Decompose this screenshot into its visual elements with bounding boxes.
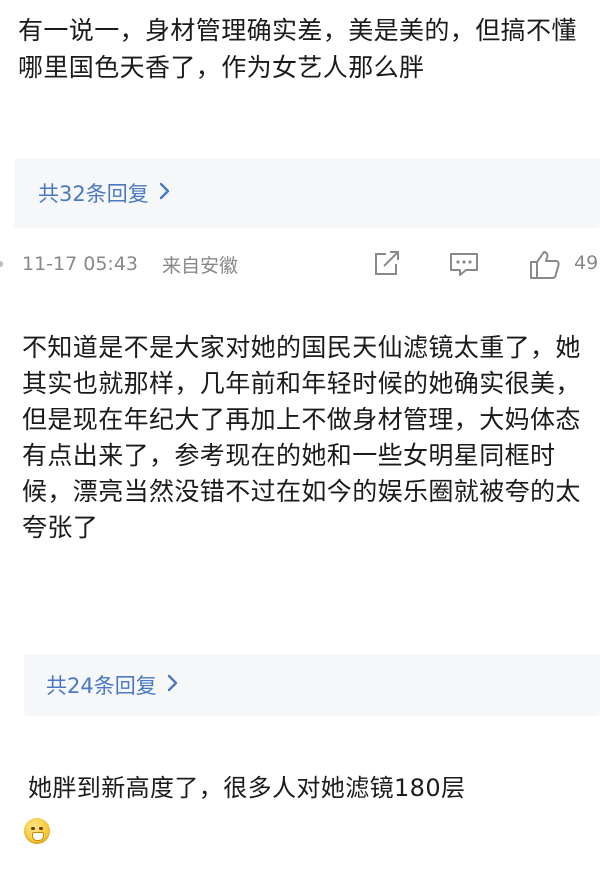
share-icon[interactable] [372, 250, 402, 283]
chevron-right-icon [167, 673, 179, 697]
comment-2-text: 不知道是不是大家对她的国民天仙滤镜太重了，她其实也就那样，几年前和年轻时候的她确… [22, 333, 581, 542]
reply-count-label: 共24条回复 [46, 674, 157, 698]
comment-1-text: 有一说一，身材管理确实差，美是美的，但搞不懂哪里国色天香了，作为女艺人那么胖 [18, 16, 577, 82]
thumbs-up-icon[interactable] [528, 250, 562, 285]
comment-3-text: 她胖到新高度了，很多人对她滤镜180层 [28, 774, 466, 802]
comment-icon[interactable] [448, 250, 480, 283]
reply-count-label: 共32条回复 [38, 182, 149, 206]
comment-2-replies[interactable]: 共24条回复 [24, 654, 600, 716]
comment-location: 来自安徽 [162, 254, 239, 277]
like-count: 49 [574, 252, 599, 274]
avatar-edge [0, 261, 3, 267]
reply-count-link[interactable]: 共32条回复 [38, 178, 171, 208]
comment-time: 11-17 05:43 [22, 253, 139, 275]
comment-1-replies[interactable]: 共32条回复 [14, 158, 600, 228]
reply-count-link[interactable]: 共24条回复 [46, 670, 179, 700]
chevron-right-icon [159, 181, 171, 205]
comment-1-meta: 11-17 05:43 来自安徽 49 [0, 244, 600, 284]
grimace-emoji-icon [24, 818, 50, 844]
